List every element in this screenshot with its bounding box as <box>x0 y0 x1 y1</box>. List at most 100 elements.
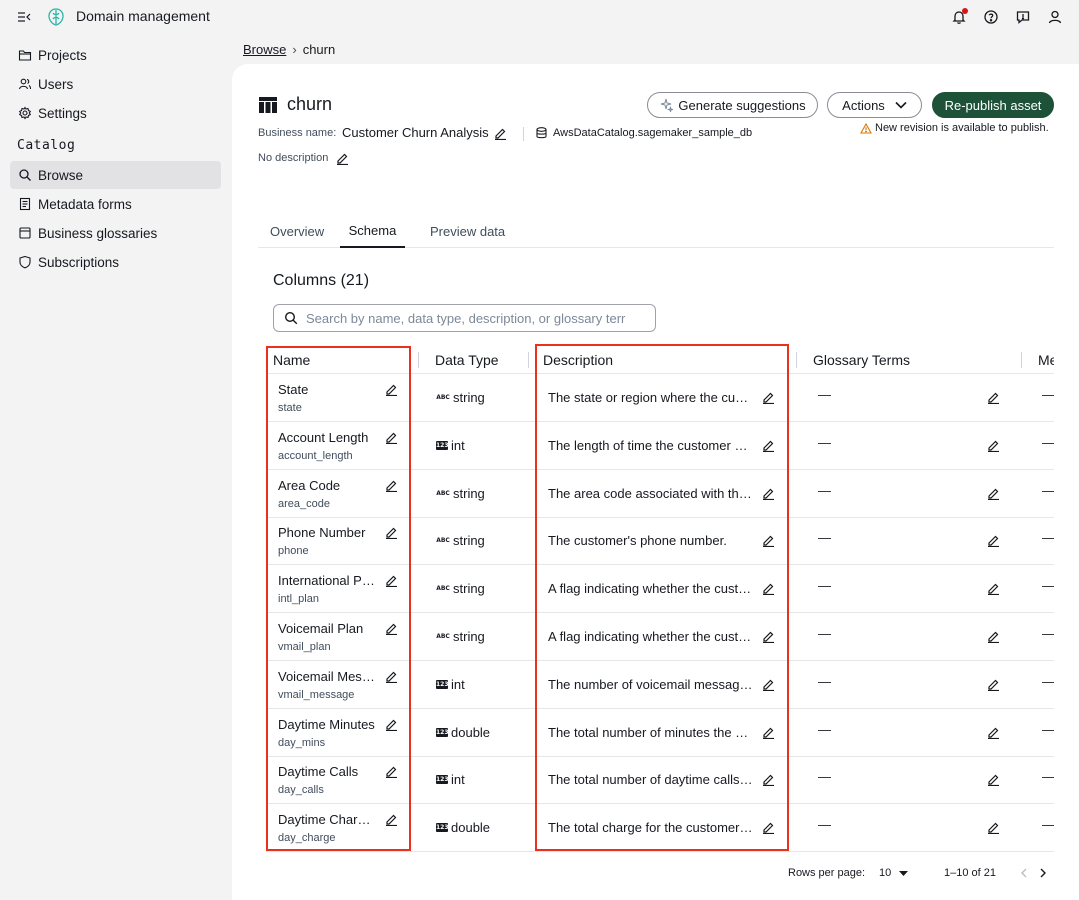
pagination-range: 1–10 of 21 <box>944 867 996 879</box>
column-separator[interactable] <box>528 352 529 368</box>
column-description: The total charge for the customer's dayt… <box>548 820 754 836</box>
edit-glossary-icon[interactable] <box>987 439 1000 452</box>
edit-name-icon[interactable] <box>385 813 398 827</box>
page-title: churn <box>287 94 333 114</box>
edit-description-icon[interactable] <box>762 391 775 405</box>
glossary-terms-value: — <box>818 387 831 402</box>
data-type: 123 double <box>436 820 490 835</box>
breadcrumb-browse-link[interactable]: Browse <box>243 42 286 57</box>
edit-description-icon[interactable] <box>762 439 775 452</box>
edit-description-icon[interactable] <box>762 630 775 644</box>
schema-table: Name Data Type Description Glossary Term… <box>266 346 1054 852</box>
edit-glossary-icon[interactable] <box>987 391 1000 405</box>
table-row[interactable]: State state ABC string The state or region w… <box>266 374 1054 422</box>
table-row[interactable]: Daytime Charges day_charge 123 double The to… <box>266 804 1054 852</box>
edit-description-icon[interactable] <box>762 487 775 500</box>
metadata-value: — <box>1042 721 1054 737</box>
gear-icon <box>18 106 32 120</box>
column-separator[interactable] <box>796 352 797 368</box>
edit-glossary-icon[interactable] <box>987 726 1000 739</box>
edit-description-icon[interactable] <box>336 152 349 166</box>
sidebar-item-business-glossaries[interactable]: Business glossaries <box>10 219 221 247</box>
column-header-data-type[interactable]: Data Type <box>435 352 499 368</box>
revision-warning-text: New revision is available to publish. <box>875 122 1049 134</box>
table-row[interactable]: Voicemail Plan vmail_plan ABC string A flag … <box>266 613 1054 661</box>
column-header-glossary-terms[interactable]: Glossary Terms <box>813 352 910 368</box>
sidebar-item-users[interactable]: Users <box>10 70 221 98</box>
edit-glossary-icon[interactable] <box>987 630 1000 644</box>
glossary-terms-value: — <box>818 673 831 689</box>
data-type-label: double <box>451 820 491 836</box>
edit-glossary-icon[interactable] <box>987 678 1000 691</box>
edit-description-icon[interactable] <box>762 726 775 739</box>
metadata-value: — <box>1042 626 1054 641</box>
edit-business-name-icon[interactable] <box>494 127 507 141</box>
republish-asset-button[interactable]: Re-publish asset <box>932 92 1054 118</box>
edit-description-icon[interactable] <box>762 821 775 835</box>
search-input[interactable] <box>306 310 636 326</box>
metadata-value: — <box>1042 482 1054 498</box>
edit-description-icon[interactable] <box>762 582 775 596</box>
column-header-name[interactable]: Name <box>273 352 310 368</box>
data-type-label: double <box>451 724 491 740</box>
column-key: day_mins <box>278 736 326 749</box>
edit-description-icon[interactable] <box>762 773 775 787</box>
tab-preview-data[interactable]: Preview data <box>430 214 505 248</box>
edit-glossary-icon[interactable] <box>987 582 1000 596</box>
column-header-metadata[interactable]: Me <box>1038 352 1054 368</box>
edit-name-icon[interactable] <box>385 383 398 397</box>
table-row[interactable]: Area Code area_code ABC string The area code… <box>266 470 1054 518</box>
sidebar-item-metadata-forms[interactable]: Metadata forms <box>10 190 221 218</box>
edit-name-icon[interactable] <box>385 431 398 444</box>
edit-name-icon[interactable] <box>385 526 398 540</box>
collapse-menu-icon[interactable] <box>16 9 32 25</box>
edit-name-icon[interactable] <box>385 622 398 636</box>
column-separator[interactable] <box>418 352 419 368</box>
warning-icon <box>860 122 872 134</box>
column-key: phone <box>278 545 309 558</box>
column-name: Voicemail Messages <box>278 668 376 684</box>
notifications-icon[interactable] <box>950 8 968 26</box>
sidebar-item-settings[interactable]: Settings <box>10 99 221 127</box>
previous-page-icon[interactable] <box>1020 868 1028 881</box>
next-page-icon[interactable] <box>1039 868 1047 881</box>
tab-schema[interactable]: Schema <box>340 214 405 248</box>
column-key: state <box>278 402 302 414</box>
help-icon[interactable] <box>982 8 1000 26</box>
table-row[interactable]: Account Length account_length 123 int The le… <box>266 422 1054 470</box>
table-row[interactable]: Daytime Minutes day_mins 123 double The tota… <box>266 709 1054 757</box>
metadata-value: — <box>1042 673 1054 689</box>
edit-name-icon[interactable] <box>385 718 398 731</box>
edit-glossary-icon[interactable] <box>987 773 1000 787</box>
actions-dropdown-button[interactable]: Actions <box>827 92 922 118</box>
user-profile-icon[interactable] <box>1046 8 1064 26</box>
sidebar-item-browse[interactable]: Browse <box>10 161 221 189</box>
rows-per-page-select[interactable]: 10 <box>879 867 909 879</box>
edit-glossary-icon[interactable] <box>987 487 1000 500</box>
int-type-icon: 123 <box>436 679 449 689</box>
data-type: ABC string <box>436 486 485 501</box>
table-row[interactable]: Daytime Calls day_calls 123 int The total nu… <box>266 756 1054 805</box>
generate-suggestions-button[interactable]: Generate suggestions <box>647 92 818 118</box>
table-row[interactable]: Phone Number phone ABC string The customer's… <box>266 517 1054 566</box>
column-header-description[interactable]: Description <box>543 352 613 368</box>
table-row[interactable]: International Plan intl_plan ABC string A fl… <box>266 565 1054 614</box>
edit-name-icon[interactable] <box>385 574 398 588</box>
feedback-icon[interactable] <box>1014 8 1032 26</box>
edit-name-icon[interactable] <box>385 670 398 683</box>
edit-glossary-icon[interactable] <box>987 821 1000 835</box>
sidebar-item-projects[interactable]: Projects <box>10 41 221 69</box>
table-row[interactable]: Voicemail Messages vmail_message 123int The… <box>266 661 1054 709</box>
edit-description-icon[interactable] <box>762 534 775 548</box>
edit-glossary-icon[interactable] <box>987 534 1000 548</box>
edit-name-icon[interactable] <box>385 765 398 779</box>
book-icon <box>19 227 31 239</box>
tab-overview[interactable]: Overview <box>270 214 324 248</box>
edit-description-icon[interactable] <box>762 678 775 691</box>
string-type-icon: ABC <box>436 585 450 593</box>
business-name-value: Customer Churn Analysis <box>342 125 489 140</box>
column-separator[interactable] <box>1021 352 1022 368</box>
edit-name-icon[interactable] <box>385 479 398 492</box>
sidebar-item-subscriptions[interactable]: Subscriptions <box>10 248 221 276</box>
republish-label: Re-publish asset <box>944 97 1042 113</box>
